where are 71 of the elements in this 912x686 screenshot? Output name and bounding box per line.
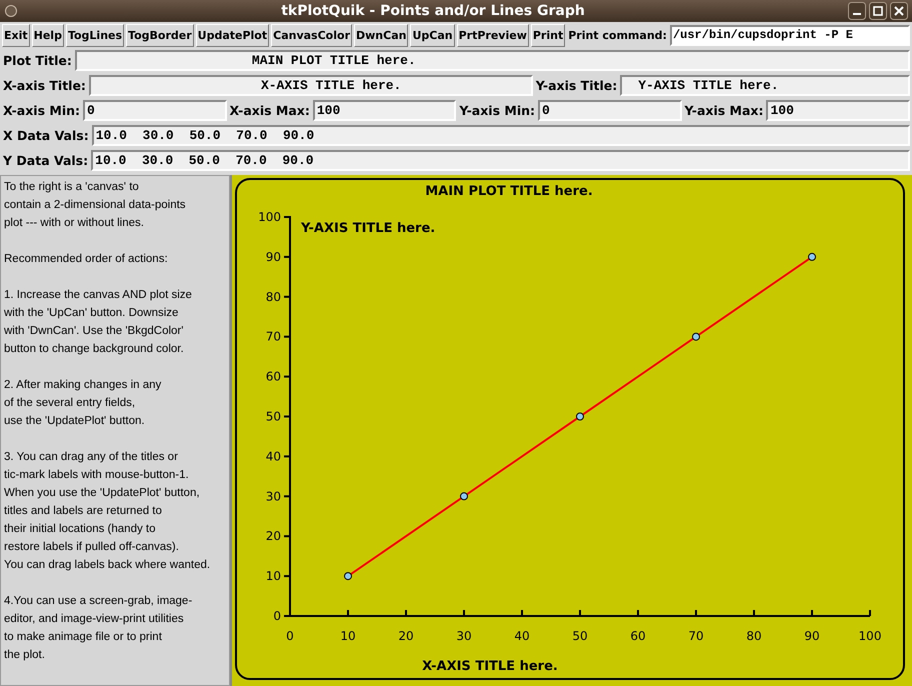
data-point: [576, 412, 584, 420]
toolbar-button[interactable]: Help: [32, 24, 64, 46]
tick-label: 80: [746, 629, 762, 643]
data-point: [460, 492, 468, 500]
tick-label: 60: [630, 629, 646, 643]
toolbar-button[interactable]: UpCan: [410, 24, 455, 46]
entry-field[interactable]: 10.0 30.0 50.0 70.0 90.0: [91, 150, 910, 171]
entry-field[interactable]: 100: [312, 100, 456, 121]
toolbar-button[interactable]: Print: [530, 24, 566, 46]
field-label: X-axis Min:: [2, 103, 82, 118]
entry-field[interactable]: MAIN PLOT TITLE here.: [74, 50, 910, 71]
tick-label: 100: [858, 629, 882, 643]
entry-field[interactable]: 10.0 30.0 50.0 70.0 90.0: [92, 125, 910, 146]
tick-label: 70: [266, 330, 281, 344]
tick-label: 70: [688, 629, 704, 643]
tick-label: 20: [398, 629, 414, 643]
print-command-label: Print command:: [567, 28, 668, 42]
tick-label: 0: [273, 609, 281, 623]
tick-label: 10: [340, 629, 356, 643]
entry-field[interactable]: 100: [766, 100, 910, 121]
window-title: tkPlotQuik - Points and/or Lines Graph: [280, 3, 586, 19]
entry-field[interactable]: 0: [83, 100, 227, 121]
minimize-icon[interactable]: [848, 2, 866, 20]
help-text: 2. After making changes in any of the several entry fields, use the 'UpdatePlot' button.: [4, 378, 162, 429]
chart-title: MAIN PLOT TITLE here.: [425, 184, 593, 199]
toolbar-button[interactable]: CanvasColor: [271, 24, 352, 46]
print-command-field[interactable]: /usr/bin/cupsdoprint -P E: [670, 24, 910, 46]
tick-label: 30: [266, 489, 281, 504]
help-text: 3. You can drag any of the titles or tic-mark labels with mouse-button-1. When you use the 'UpdatePlot' button, titles and labels are returned to their initial locations (handy to restore labels if pulled off-canvas). You can drag labels back where wanted.: [4, 450, 212, 573]
data-point: [692, 332, 700, 341]
field-label: Y-axis Max:: [684, 103, 764, 118]
toolbar-button[interactable]: Exit: [2, 24, 30, 46]
help-text: 1. Increase the canvas AND plot size with the 'UpCan' button. Downsize with 'DwnCan'. Use the 'BkgdColor' button to change background color.: [4, 288, 193, 357]
tick-label: 10: [266, 569, 281, 584]
help-text: 4.You can use a screen-grab, image- editor, and image-view-print utilities to make animage file or to print the plot.: [4, 594, 194, 663]
y-axis-title: Y-AXIS TITLE here.: [301, 221, 436, 236]
toolbar-button[interactable]: PrtPreview: [456, 24, 529, 46]
toolbar-button[interactable]: UpdatePlot: [196, 24, 270, 46]
field-label: X-axis Title:: [2, 78, 87, 93]
tick-label: 40: [266, 449, 281, 464]
field-label: X Data Vals:: [2, 128, 90, 143]
field-label: X-axis Max:: [228, 103, 311, 118]
data-point: [808, 252, 816, 261]
data-point: [344, 572, 352, 580]
entry-field[interactable]: 0: [538, 100, 682, 121]
tick-label: 100: [258, 210, 281, 224]
field-label: Y-axis Min:: [458, 103, 536, 118]
field-label: Y Data Vals:: [2, 153, 90, 168]
toolbar-button[interactable]: TogBorder: [126, 24, 194, 46]
tick-label: 30: [456, 629, 472, 643]
toolbar-button[interactable]: DwnCan: [354, 24, 408, 46]
tick-label: 80: [266, 290, 281, 304]
x-axis-title: X-AXIS TITLE here.: [422, 659, 558, 674]
window-menu-icon[interactable]: [4, 4, 18, 18]
tick-label: 40: [514, 629, 530, 643]
tick-label: 0: [286, 629, 294, 643]
field-label: Plot Title:: [2, 53, 73, 68]
help-text: To the right is a 'canvas' to contain a 2-dimensional data-points plot --- with or without lines.: [4, 180, 187, 231]
entry-field[interactable]: X-AXIS TITLE here.: [88, 75, 533, 96]
close-icon[interactable]: [890, 2, 908, 20]
toolbar-button[interactable]: TogLines: [66, 24, 124, 46]
tick-label: 90: [266, 250, 281, 264]
tick-label: 90: [804, 629, 820, 643]
field-label: Y-axis Title:: [534, 78, 618, 93]
tick-label: 50: [572, 629, 588, 643]
help-text: Recommended order of actions:: [4, 252, 169, 267]
tick-label: 50: [266, 410, 281, 424]
maximize-icon[interactable]: [869, 2, 887, 20]
entry-field[interactable]: Y-AXIS TITLE here.: [620, 75, 910, 96]
tick-label: 20: [266, 529, 281, 544]
tick-label: 60: [266, 370, 281, 384]
